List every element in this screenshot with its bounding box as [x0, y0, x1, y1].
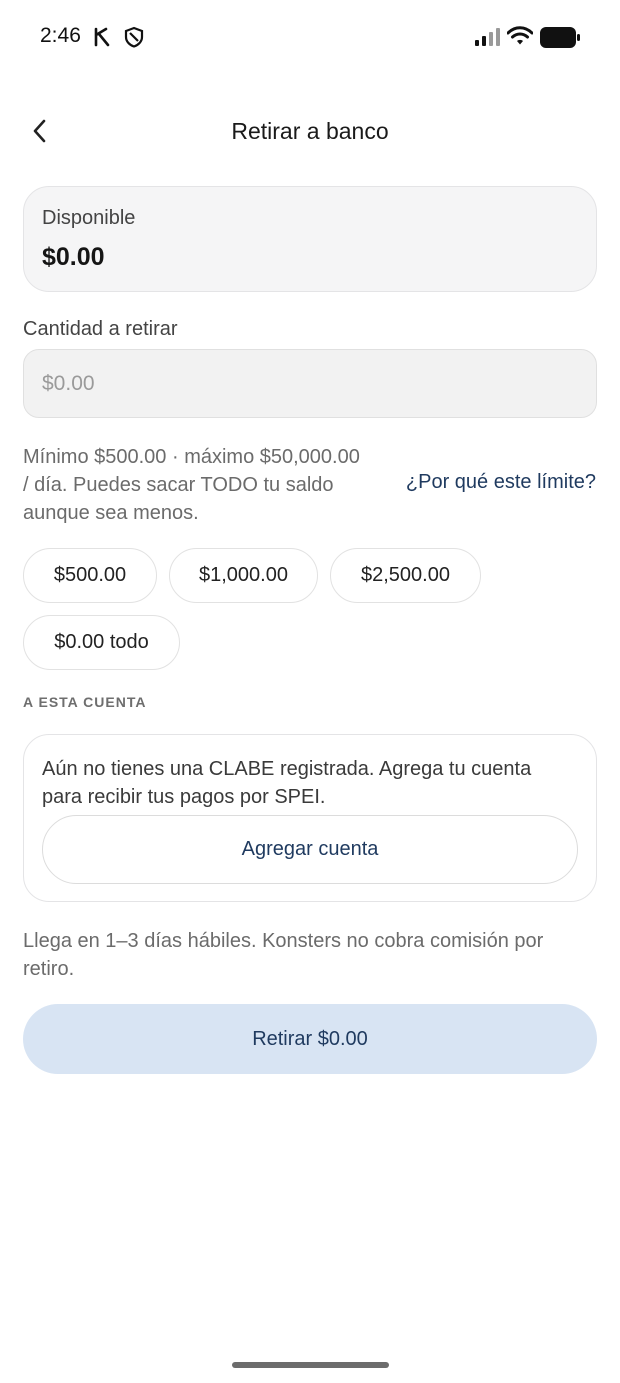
status-time: 2:46	[40, 24, 81, 47]
k-icon	[94, 27, 110, 47]
arrival-info: Llega en 1–3 días hábiles. Konsters no c…	[23, 930, 544, 980]
available-value: $0.00	[42, 243, 105, 271]
status-bar: 2:46	[0, 0, 620, 76]
quick-amount-1000[interactable]: $1,000.00	[169, 548, 318, 603]
account-section-label: A ESTA CUENTA	[23, 694, 147, 710]
quick-amount-2500[interactable]: $2,500.00	[330, 548, 481, 603]
amount-label: Cantidad a retirar	[23, 318, 178, 340]
quick-amount-all[interactable]: $0.00 todo	[23, 615, 180, 670]
no-account-message: Aún no tienes una CLABE registrada. Agre…	[42, 758, 532, 808]
home-indicator[interactable]	[232, 1362, 389, 1368]
shield-icon	[124, 26, 144, 48]
withdraw-button[interactable]: Retirar $0.00	[23, 1004, 597, 1074]
limit-description: Mínimo $500.00 · máximo $50,000.00 / día…	[23, 446, 360, 524]
battery-icon	[540, 27, 580, 48]
add-account-button[interactable]: Agregar cuenta	[42, 815, 578, 884]
navigation-bar: Retirar a banco	[0, 104, 620, 160]
available-label: Disponible	[42, 207, 136, 229]
account-card: Aún no tienes una CLABE registrada. Agre…	[23, 734, 597, 902]
wifi-icon	[507, 26, 533, 45]
limit-info-link[interactable]: ¿Por qué este límite?	[406, 471, 596, 494]
available-balance-card: Disponible $0.00	[23, 186, 597, 292]
quick-amount-500[interactable]: $500.00	[23, 548, 157, 603]
page-title: Retirar a banco	[231, 118, 389, 144]
signal-icon	[475, 28, 500, 46]
amount-input[interactable]	[23, 349, 597, 418]
